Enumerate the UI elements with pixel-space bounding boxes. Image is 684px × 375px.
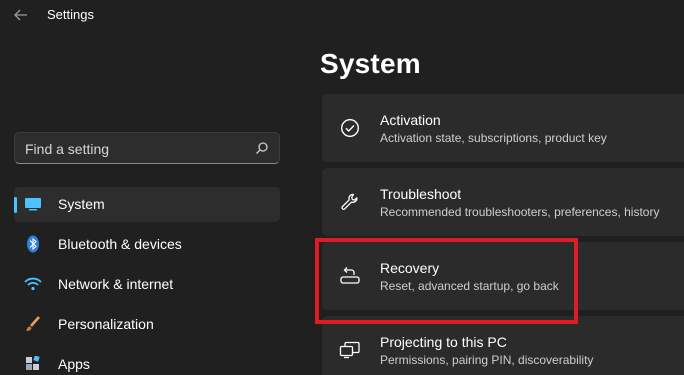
app-title: Settings [47, 7, 94, 22]
card-title: Recovery [380, 260, 440, 276]
sidebar-item-label: Network & internet [58, 276, 174, 292]
card-title: Projecting to this PC [380, 334, 507, 350]
selected-indicator [14, 197, 17, 213]
card-description: Reset, advanced startup, go back [380, 279, 559, 293]
projecting-card[interactable]: Projecting to this PC Permissions, pairi… [322, 316, 684, 375]
card-description: Activation state, subscriptions, product… [380, 131, 607, 145]
back-button[interactable] [8, 4, 34, 26]
sidebar-item-bluetooth[interactable]: Bluetooth & devices [14, 227, 280, 262]
bluetooth-icon [24, 235, 42, 253]
troubleshoot-card[interactable]: Troubleshoot Recommended troubleshooters… [322, 168, 684, 236]
card-title: Troubleshoot [380, 186, 462, 202]
title-bar: Settings [0, 0, 684, 30]
card-description: Recommended troubleshooters, preferences… [380, 205, 660, 219]
recovery-icon [338, 264, 362, 288]
sidebar-item-network[interactable]: Network & internet [14, 267, 280, 302]
card-title: Activation [380, 112, 441, 128]
sidebar-item-label: Personalization [58, 316, 154, 332]
search-icon[interactable] [255, 141, 269, 155]
recovery-card[interactable]: Recovery Reset, advanced startup, go bac… [322, 242, 684, 310]
projecting-icon [338, 338, 362, 362]
sidebar-item-apps[interactable]: Apps [14, 347, 280, 375]
card-description: Permissions, pairing PIN, discoverabilit… [380, 353, 594, 367]
sidebar-item-label: System [58, 196, 105, 212]
apps-icon [24, 355, 42, 373]
sidebar-item-label: Apps [58, 356, 90, 372]
search-box[interactable]: Find a setting [14, 132, 280, 164]
check-circle-icon [338, 116, 362, 140]
brush-icon [24, 315, 42, 333]
monitor-icon [24, 195, 42, 213]
sidebar-item-system[interactable]: System [14, 187, 280, 222]
settings-window: Settings Find a setting System Bluetooth… [0, 0, 684, 375]
page-title: System [320, 48, 421, 79]
wrench-icon [338, 190, 362, 214]
sidebar-item-personalization[interactable]: Personalization [14, 307, 280, 342]
sidebar-item-label: Bluetooth & devices [58, 236, 182, 252]
back-arrow-icon [14, 9, 27, 21]
activation-card[interactable]: Activation Activation state, subscriptio… [322, 94, 684, 162]
search-input[interactable]: Find a setting [25, 141, 109, 157]
wifi-icon [24, 275, 42, 293]
